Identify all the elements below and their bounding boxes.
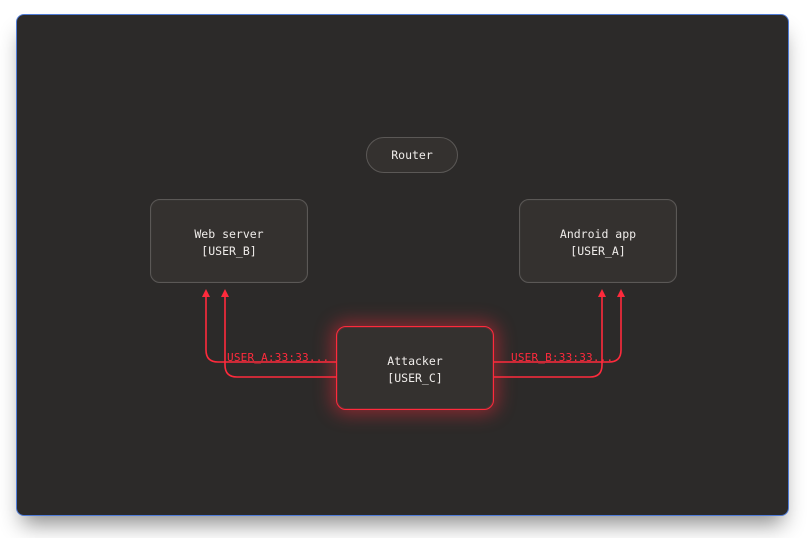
node-android-app: Android app [USER_A] [519, 199, 677, 283]
android-app-title: Android app [530, 226, 666, 243]
android-app-identity: [USER_A] [530, 243, 666, 260]
web-server-title: Web server [161, 226, 297, 243]
node-web-server: Web server [USER_B] [150, 199, 308, 283]
router-label: Router [391, 148, 433, 162]
spoof-label-to-android-app: USER_B:33:33... [511, 351, 613, 364]
web-server-identity: [USER_B] [161, 243, 297, 260]
diagram-canvas: Router MAC:22:22… Web server [USER_B] MA… [16, 14, 789, 516]
node-attacker: Attacker [USER_C] [336, 326, 494, 410]
arrow-attacker-to-web-server [206, 291, 336, 377]
arrow-attacker-to-android-app [494, 291, 621, 377]
attacker-title: Attacker [347, 353, 483, 370]
spoof-label-to-web-server: USER_A:33:33... [227, 351, 329, 364]
attacker-identity: [USER_C] [347, 370, 483, 387]
node-router: Router [366, 137, 458, 173]
